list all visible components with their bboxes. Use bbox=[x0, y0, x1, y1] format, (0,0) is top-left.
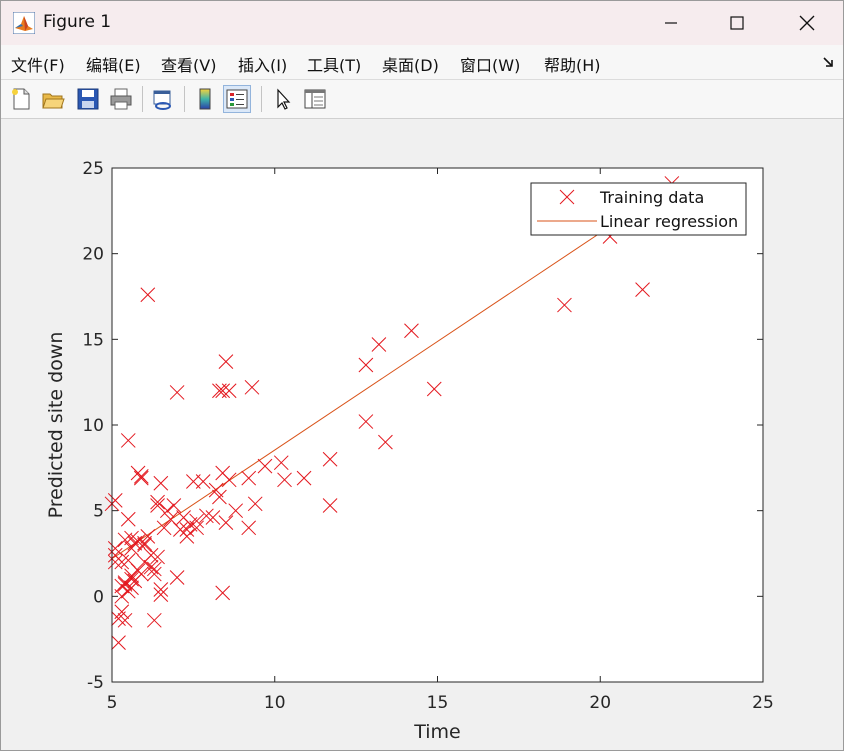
new-figure-icon bbox=[12, 88, 30, 110]
axes-background bbox=[112, 168, 763, 682]
menu-help[interactable]: 帮助(H) bbox=[544, 52, 601, 76]
figure-canvas: 5 10 15 20 25 -5 0 5 10 15 20 25 Time Predicted sit… bbox=[3, 120, 843, 750]
y-tick-label: 10 bbox=[82, 416, 104, 436]
menu-insert[interactable]: 插入(I) bbox=[238, 52, 287, 76]
x-axis-label: Time bbox=[413, 721, 461, 743]
scatter-chart: 5 10 15 20 25 -5 0 5 10 15 20 25 Time Predicted sit… bbox=[45, 159, 774, 743]
maximize-icon bbox=[730, 16, 744, 30]
x-tick-label: 25 bbox=[752, 693, 774, 713]
x-tick-label: 20 bbox=[589, 693, 611, 713]
menu-bar: 文件(F) 编辑(E) 查看(V) 插入(I) 工具(T) 桌面(D) 窗口(W… bbox=[1, 45, 843, 79]
x-tick-label: 5 bbox=[107, 693, 118, 713]
window-title: Figure 1 bbox=[43, 12, 112, 32]
y-tick-label: 5 bbox=[93, 502, 104, 522]
legend-label-training-data: Training data bbox=[599, 188, 704, 207]
link-plot-icon bbox=[153, 90, 171, 110]
toolbar-separator bbox=[184, 86, 185, 112]
matlab-logo-icon bbox=[13, 12, 35, 34]
menu-edit[interactable]: 编辑(E) bbox=[86, 52, 141, 76]
insert-colorbar-button[interactable] bbox=[191, 85, 219, 113]
maximize-button[interactable] bbox=[705, 1, 769, 45]
new-figure-button[interactable] bbox=[7, 85, 35, 113]
title-bar[interactable]: Figure 1 bbox=[1, 1, 843, 45]
property-inspector-icon bbox=[304, 89, 326, 109]
legend[interactable]: Training data Linear regression bbox=[530, 182, 747, 236]
link-plot-button[interactable] bbox=[149, 85, 177, 113]
close-button[interactable] bbox=[775, 1, 839, 45]
edit-plot-arrow-icon bbox=[277, 88, 291, 110]
legend-label-linear-regression: Linear regression bbox=[600, 212, 738, 231]
close-icon bbox=[799, 15, 815, 31]
minimize-button[interactable] bbox=[639, 1, 703, 45]
y-tick-label: 0 bbox=[93, 587, 104, 607]
dock-arrow-icon[interactable] bbox=[821, 55, 835, 69]
y-tick-label: -5 bbox=[87, 673, 104, 693]
menu-view[interactable]: 查看(V) bbox=[161, 52, 216, 76]
figure-toolbar bbox=[1, 79, 843, 119]
save-icon bbox=[77, 88, 99, 110]
figure-window: Figure 1 文件(F) 编辑(E) 查看(V) 插入(I) 工具(T) 桌… bbox=[0, 0, 844, 751]
y-tick-label: 15 bbox=[82, 330, 104, 350]
open-file-icon bbox=[42, 93, 65, 109]
insert-legend-button[interactable] bbox=[223, 85, 251, 113]
menu-desktop[interactable]: 桌面(D) bbox=[382, 52, 439, 76]
open-file-button[interactable] bbox=[39, 85, 67, 113]
property-inspector-button[interactable] bbox=[301, 85, 329, 113]
insert-colorbar-icon bbox=[199, 88, 211, 110]
print-icon bbox=[110, 88, 132, 110]
menu-file[interactable]: 文件(F) bbox=[11, 52, 65, 76]
y-tick-label: 20 bbox=[82, 245, 104, 265]
y-tick-label: 25 bbox=[82, 159, 104, 179]
minimize-icon bbox=[665, 22, 677, 24]
y-axis-label: Predicted site down bbox=[45, 332, 67, 519]
print-button[interactable] bbox=[107, 85, 135, 113]
x-tick-label: 10 bbox=[264, 693, 286, 713]
x-tick-label: 15 bbox=[427, 693, 449, 713]
save-button[interactable] bbox=[74, 85, 102, 113]
menu-tools[interactable]: 工具(T) bbox=[307, 52, 361, 76]
toolbar-separator bbox=[261, 86, 262, 112]
toolbar-separator bbox=[142, 86, 143, 112]
edit-plot-button[interactable] bbox=[269, 85, 297, 113]
menu-window[interactable]: 窗口(W) bbox=[460, 52, 520, 76]
insert-legend-icon bbox=[226, 89, 248, 109]
